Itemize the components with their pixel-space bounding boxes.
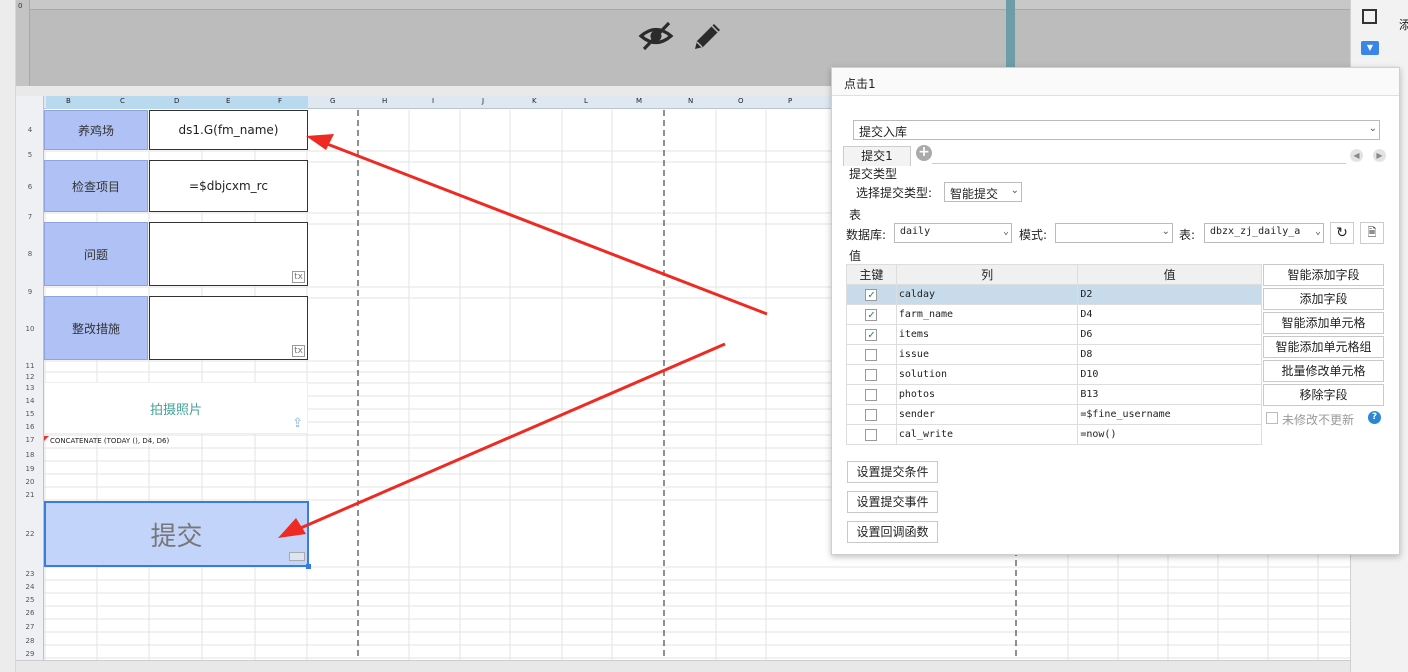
field-column[interactable]: items	[895, 324, 1079, 345]
chevron-down-icon: ⌄	[1002, 226, 1009, 237]
pk-checkbox[interactable]: ✓	[865, 328, 878, 341]
batch-edit-cells-button[interactable]: 批量修改单元格	[1263, 360, 1384, 382]
set-event-button[interactable]: 设置提交事件	[847, 491, 938, 513]
table-label: 表:	[1179, 228, 1196, 242]
add-tab-icon[interactable]: +	[916, 145, 932, 161]
type-select[interactable]: 智能提交 ⌄	[944, 182, 1022, 202]
add-field-button[interactable]: 添加字段	[1263, 288, 1384, 310]
field-value[interactable]: D6	[1077, 324, 1262, 345]
chevron-down-icon: ⌄	[1368, 123, 1377, 134]
table-header: 主键 列 值	[846, 264, 1262, 285]
chevron-down-icon: ⌄	[1010, 185, 1019, 196]
side-label: 添	[1399, 18, 1408, 32]
action-select[interactable]: 提交入库 ⌄	[853, 120, 1380, 140]
set-condition-button[interactable]: 设置提交条件	[847, 461, 938, 483]
frame-icon[interactable]	[1362, 9, 1377, 24]
field-column[interactable]: sender	[895, 404, 1079, 425]
field-value[interactable]: =now()	[1077, 424, 1262, 445]
help-icon[interactable]: ?	[1368, 411, 1381, 424]
dialog-title: 点击1	[832, 68, 1399, 96]
table-row[interactable]: cal_write =now()	[846, 424, 1262, 445]
set-callback-button[interactable]: 设置回调函数	[847, 521, 938, 543]
prev-tab-icon[interactable]: ◀	[1350, 149, 1363, 162]
field-value[interactable]: D2	[1077, 284, 1262, 305]
type-label: 选择提交类型:	[856, 186, 933, 200]
table-row[interactable]: sender =$fine_username	[846, 404, 1262, 425]
pk-checkbox[interactable]: ✓	[865, 288, 878, 301]
no-update-checkbox[interactable]	[1266, 412, 1278, 424]
field-column[interactable]: cal_write	[895, 424, 1079, 445]
no-update-label: 未修改不更新	[1282, 413, 1355, 427]
section-value: 值	[849, 249, 862, 263]
section-table: 表	[849, 208, 862, 222]
next-tab-icon[interactable]: ▶	[1373, 149, 1386, 162]
mode-label: 模式:	[1019, 228, 1048, 242]
field-column[interactable]: issue	[895, 344, 1079, 365]
field-value[interactable]: =$fine_username	[1077, 404, 1262, 425]
db-select[interactable]: daily ⌄	[894, 223, 1012, 243]
field-value[interactable]: B13	[1077, 384, 1262, 405]
field-value[interactable]: D10	[1077, 364, 1262, 385]
table-row[interactable]: ✓ items D6	[846, 324, 1262, 345]
preview-table-icon[interactable]: 🗎	[1360, 222, 1384, 244]
table-row[interactable]: photos B13	[846, 384, 1262, 405]
table-row[interactable]: ✓ farm_name D4	[846, 304, 1262, 325]
pk-checkbox[interactable]	[865, 408, 878, 421]
chevron-down-icon: ⌄	[1314, 226, 1321, 237]
tab-submit1[interactable]: 提交1	[843, 146, 911, 166]
pk-checkbox[interactable]	[865, 348, 878, 361]
table-row[interactable]: ✓ calday D2	[846, 284, 1262, 305]
refresh-icon[interactable]: ↻	[1330, 222, 1354, 244]
field-table: 主键 列 值 ✓ calday D2 ✓ farm_name D4 ✓ item…	[846, 264, 1262, 445]
db-label: 数据库:	[846, 228, 887, 242]
remove-field-button[interactable]: 移除字段	[1263, 384, 1384, 406]
chevron-down-icon: ⌄	[1161, 226, 1170, 237]
db-select-value: daily	[900, 226, 931, 237]
table-row[interactable]: solution D10	[846, 364, 1262, 385]
field-column[interactable]: solution	[895, 364, 1079, 385]
field-column[interactable]: farm_name	[895, 304, 1079, 325]
type-select-value: 智能提交	[950, 187, 999, 201]
horizontal-scrollbar[interactable]	[16, 660, 1350, 672]
smart-add-cell-button[interactable]: 智能添加单元格	[1263, 312, 1384, 334]
col-col-header: 列	[895, 264, 1079, 285]
field-value[interactable]: D4	[1077, 304, 1262, 325]
table-select[interactable]: dbzx_zj_daily_a ⌄	[1204, 223, 1324, 243]
smart-add-field-button[interactable]: 智能添加字段	[1263, 264, 1384, 286]
event-dialog: 点击1 提交入库 ⌄ 提交1 + ◀ ▶ 提交类型 选择提交类型: 智能提交 ⌄…	[831, 67, 1400, 555]
table-row[interactable]: issue D8	[846, 344, 1262, 365]
smart-add-cell-group-button[interactable]: 智能添加单元格组	[1263, 336, 1384, 358]
field-column[interactable]: calday	[895, 284, 1079, 305]
field-value[interactable]: D8	[1077, 344, 1262, 365]
pk-checkbox[interactable]	[865, 388, 878, 401]
table-select-value: dbzx_zj_daily_a	[1210, 226, 1301, 237]
tab-divider	[932, 163, 1346, 164]
pk-checkbox[interactable]: ✓	[865, 308, 878, 321]
dropdown-icon[interactable]: ▼	[1361, 41, 1379, 55]
field-column[interactable]: photos	[895, 384, 1079, 405]
mode-select[interactable]: ⌄	[1055, 223, 1173, 243]
section-type: 提交类型	[849, 167, 898, 181]
pk-checkbox[interactable]	[865, 368, 878, 381]
col-pk-header: 主键	[846, 264, 897, 285]
pk-checkbox[interactable]	[865, 428, 878, 441]
action-select-value: 提交入库	[859, 125, 908, 139]
col-val-header: 值	[1077, 264, 1262, 285]
